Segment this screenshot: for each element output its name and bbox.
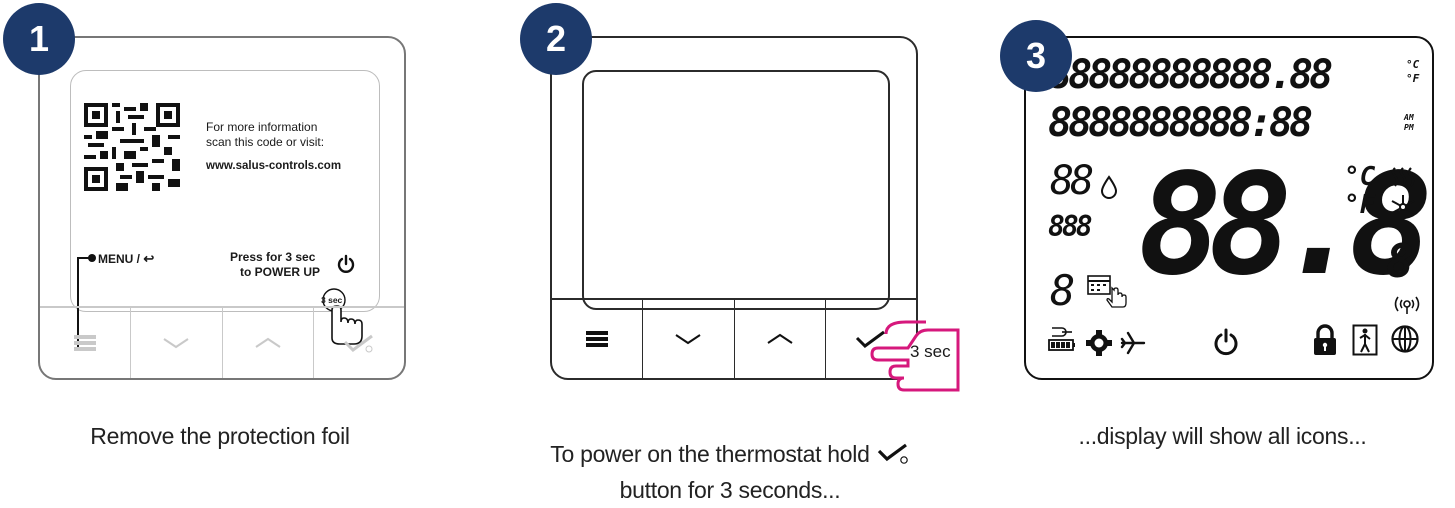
battery-icon: [1048, 327, 1075, 351]
hamburger-icon: [586, 331, 609, 347]
pm-indicator: PM: [1404, 123, 1414, 132]
lock-icon: [1314, 324, 1336, 355]
menu-label: MENU / ↩: [98, 251, 154, 267]
power-icon: [1214, 328, 1238, 356]
qr-info-line1: For more information: [206, 120, 318, 134]
step-badge-1: 1: [3, 3, 75, 75]
wireless-icon: [1394, 296, 1420, 314]
unit-c-big: °C: [1344, 162, 1376, 192]
big-temperature-digits: 88.8: [1138, 144, 1433, 307]
menu-label-text: MENU /: [98, 252, 140, 266]
checkmark-power-icon: [343, 334, 373, 353]
down-button[interactable]: [643, 300, 735, 378]
step-1: For more information scan this code or v…: [0, 0, 440, 502]
menu-button[interactable]: [40, 308, 132, 378]
single-digit: 8: [1050, 266, 1076, 315]
hold-duration-label: 3 sec: [321, 295, 343, 305]
caption-line2: button for 3 seconds...: [619, 477, 841, 503]
unit-c-small: °C: [1406, 58, 1420, 71]
qr-code-icon: [84, 103, 180, 191]
small-top-digit: 8: [1386, 234, 1414, 288]
unit-f-small: °F: [1406, 72, 1420, 85]
button-row: [552, 298, 916, 378]
lcd-row1: 88888888888.88: [1048, 52, 1333, 98]
chevron-up-icon: [255, 337, 281, 348]
droplet-icon: [1100, 175, 1118, 199]
chevron-down-icon: [675, 334, 701, 345]
power-icon: [337, 254, 355, 273]
gear-icon: [1086, 330, 1112, 356]
step-badge-2: 2: [520, 3, 592, 75]
chevron-up-icon: [767, 333, 793, 344]
power-label-line2: to POWER UP: [240, 265, 320, 279]
caption-line1: To power on the thermostat hold: [550, 441, 870, 467]
menu-button[interactable]: [552, 300, 644, 378]
down-button[interactable]: [131, 308, 223, 378]
step-3-caption: ...display will show all icons...: [1078, 423, 1367, 449]
chevron-down-icon: [163, 338, 189, 349]
power-label-line1: Press for 3 sec: [230, 250, 316, 264]
occupancy-icon: [1352, 324, 1378, 356]
back-arrow-icon: ↩: [143, 251, 155, 266]
heating-icon: [1391, 167, 1415, 187]
step-2-caption: To power on the thermostat hold button f…: [490, 436, 970, 508]
up-button[interactable]: [735, 300, 826, 378]
hamburger-icon: [74, 335, 97, 351]
step-1-caption: Remove the protection foil: [90, 423, 350, 449]
up-button[interactable]: [223, 308, 314, 378]
small-hand-icon: [1106, 286, 1127, 308]
confirm-button[interactable]: [314, 308, 404, 378]
step-3: 88888888888.88 °C °F 8888888888:88 AM PM…: [990, 0, 1455, 502]
am-indicator: AM: [1404, 113, 1414, 122]
qr-info-url: www.salus-controls.com: [206, 160, 342, 172]
step-badge-3: 3: [1000, 20, 1072, 92]
unit-f-big: °F: [1344, 190, 1376, 220]
hold-duration-label: 3 sec: [910, 342, 951, 361]
checkmark-power-icon: [877, 443, 908, 464]
lcd-all-segments: 88888888888.88 °C °F 8888888888:88 AM PM…: [1024, 36, 1434, 380]
snowflake-icon: [1391, 195, 1415, 219]
humidity-digits: 88: [1050, 158, 1094, 204]
airplane-icon: [1120, 331, 1146, 355]
step-2: 3 sec 2 To power on the thermostat hold …: [490, 0, 970, 503]
qr-info-line2: scan this code or visit:: [206, 135, 325, 149]
button-row: [40, 306, 404, 378]
blank-screen: [582, 70, 890, 310]
globe-icon: [1391, 325, 1419, 353]
small-888: 888: [1048, 210, 1093, 243]
thermostat-blank: [550, 36, 918, 380]
thermostat-with-foil: For more information scan this code or v…: [38, 36, 406, 380]
